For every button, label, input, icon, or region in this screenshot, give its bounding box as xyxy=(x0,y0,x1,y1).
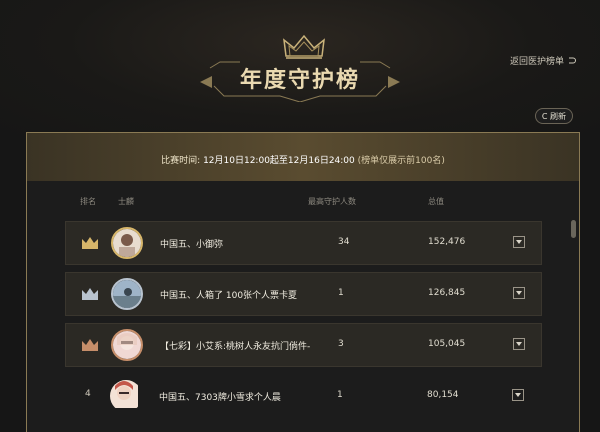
period-note: (榜单仅展示前100名) xyxy=(357,156,445,166)
row-score: 126,845 xyxy=(428,288,466,298)
row-name: 中国五、人箱了 100张个人票卡夏 xyxy=(160,291,298,301)
chevron-down-icon xyxy=(516,342,522,346)
period-text: 比赛时间: 12月10日12:00起至12月16日24:00 (榜单仅展示前10… xyxy=(27,153,579,166)
back-to-list-button[interactable]: 返回医护榜单 xyxy=(510,54,576,67)
expand-button[interactable] xyxy=(512,389,524,401)
chevron-down-icon xyxy=(515,393,521,397)
expand-button[interactable] xyxy=(513,338,525,350)
ranking-row[interactable]: 中国五、人箱了 100张个人票卡夏 1 126,845 xyxy=(65,272,542,316)
refresh-label: C 刷新 xyxy=(541,111,567,121)
period-banner: 比赛时间: 12月10日12:00起至12月16日24:00 (榜单仅展示前10… xyxy=(27,133,579,181)
chevron-down-icon xyxy=(516,291,522,295)
row-score: 80,154 xyxy=(427,390,459,400)
chevron-down-icon xyxy=(516,240,522,244)
period-range: 12月10日12:00起至12月16日24:00 xyxy=(203,156,355,166)
row-name: 【七彩】小艾系:桃树人永友抗门倘件- xyxy=(160,342,311,352)
row-name: 中国五、7303牌小雪求个人晨 xyxy=(159,393,281,403)
ranking-row[interactable]: 【七彩】小艾系:桃树人永友抗门倘件- 3 105,045 xyxy=(65,323,542,367)
row-guards: 1 xyxy=(337,390,343,400)
column-score: 总值 xyxy=(428,197,444,206)
crown-icon xyxy=(283,34,325,59)
avatar[interactable] xyxy=(111,329,143,361)
row-score: 105,045 xyxy=(428,339,466,349)
column-rank: 排名 xyxy=(80,197,96,206)
avatar[interactable] xyxy=(111,278,143,310)
expand-button[interactable] xyxy=(513,236,525,248)
row-guards: 3 xyxy=(338,339,344,349)
arrow-return-icon xyxy=(569,57,576,64)
scrollbar-thumb[interactable] xyxy=(571,220,576,238)
silver-crown-icon xyxy=(82,288,98,300)
rank-number: 4 xyxy=(85,389,91,399)
row-name: 中国五、小御弥 xyxy=(160,240,224,250)
row-guards: 34 xyxy=(338,237,350,247)
row-score: 152,476 xyxy=(428,237,466,247)
expand-button[interactable] xyxy=(513,287,525,299)
gold-crown-icon xyxy=(82,237,98,249)
avatar[interactable] xyxy=(110,380,142,412)
avatar[interactable] xyxy=(111,227,143,259)
ranking-row[interactable]: 中国五、小御弥 34 152,476 xyxy=(65,221,542,265)
back-to-list-label: 返回医护榜单 xyxy=(509,57,564,67)
column-guards: 最高守护人数 xyxy=(308,197,356,206)
refresh-button[interactable]: C 刷新 xyxy=(535,108,573,124)
row-guards: 1 xyxy=(338,288,344,298)
period-label: 比赛时间: xyxy=(161,156,201,166)
bronze-crown-icon xyxy=(82,339,98,351)
ranking-row[interactable]: 4 中国五、7303牌小雪求个人晨 1 80,154 xyxy=(65,375,542,419)
column-idol: 士麟 xyxy=(118,197,134,206)
